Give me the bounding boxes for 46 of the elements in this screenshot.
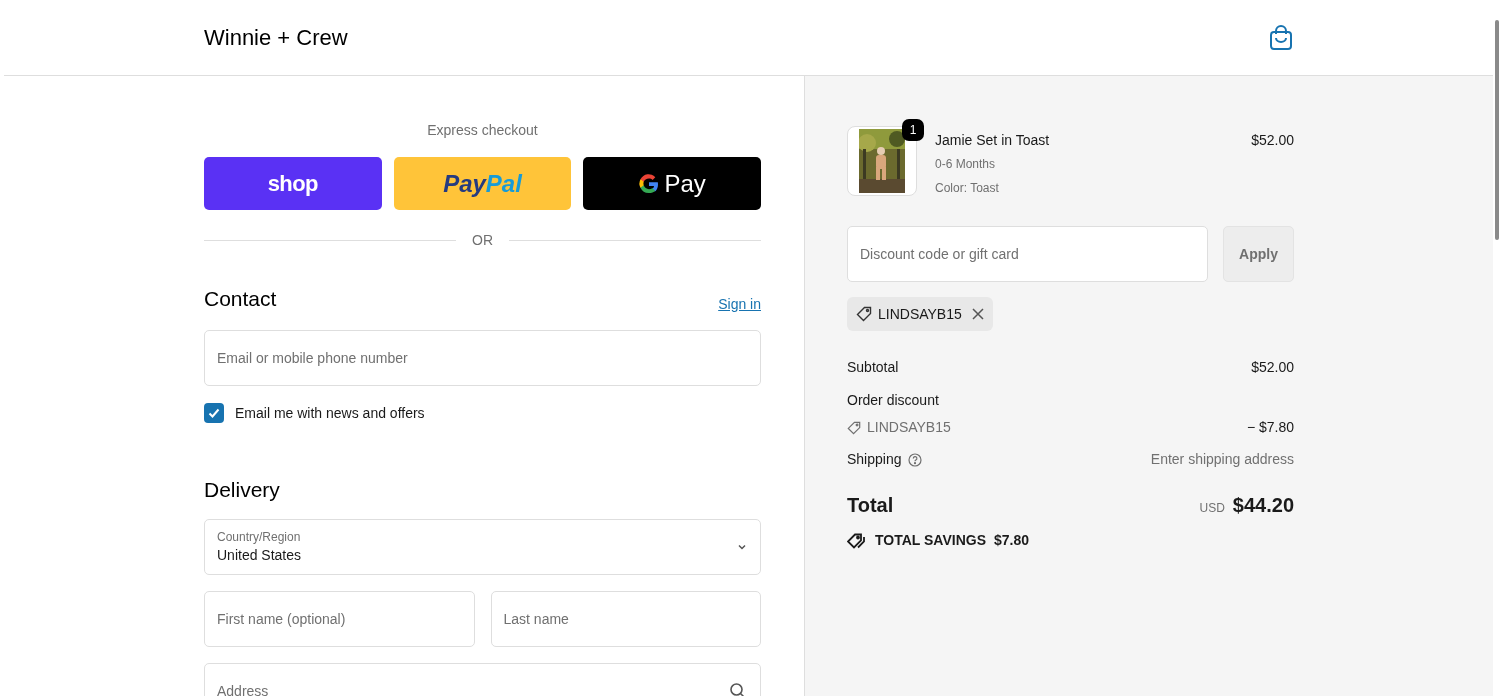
currency-code: USD: [1199, 500, 1225, 517]
divider-label: OR: [472, 231, 493, 250]
scrollbar[interactable]: [1494, 20, 1499, 240]
checkbox[interactable]: [204, 403, 224, 423]
summary-label: Subtotal: [847, 358, 899, 377]
section-heading: Delivery: [204, 476, 280, 503]
apply-button[interactable]: Apply: [1223, 226, 1294, 282]
summary-value: Enter shipping address: [1150, 450, 1294, 469]
shopping-bag-icon[interactable]: [1269, 24, 1293, 51]
help-icon[interactable]: [907, 452, 922, 467]
tags-icon: [847, 532, 867, 549]
store-name[interactable]: Winnie + Crew: [204, 21, 348, 54]
sign-in-link[interactable]: Sign in: [718, 293, 761, 315]
summary-value: − $7.80: [1246, 418, 1294, 437]
savings-value: $7.80: [994, 531, 1030, 550]
total-label: Total: [847, 493, 894, 518]
quantity-badge: 1: [902, 119, 924, 141]
checkbox-label: Email me with news and offers: [235, 403, 425, 423]
savings-label: TOTAL SAVINGS: [875, 531, 986, 550]
paypal-button[interactable]: PayPal: [393, 157, 572, 210]
product-name: Jamie Set in Toast: [935, 131, 1050, 150]
last-name-field[interactable]: Last name: [490, 591, 761, 647]
summary-label: Shipping: [847, 450, 902, 469]
discount-code: LINDSAYB15: [867, 418, 951, 437]
first-name-field[interactable]: First name (optional): [204, 591, 475, 647]
tag-icon: [847, 420, 861, 435]
discount-code: LINDSAYB15: [878, 304, 962, 324]
total-value: $44.20: [1232, 493, 1294, 518]
summary-value: $52.00: [1251, 358, 1294, 377]
product-variant: 0-6 Months: [935, 156, 996, 173]
remove-button[interactable]: [971, 308, 984, 320]
checkmark-icon: [207, 406, 221, 420]
search-icon: [729, 682, 747, 696]
tag-icon: [856, 306, 872, 322]
summary-label: Order discount: [847, 391, 939, 410]
product-color: Color: Toast: [935, 180, 999, 197]
discount-field[interactable]: Discount code or gift card: [847, 226, 1208, 282]
address-field[interactable]: Address: [204, 663, 761, 696]
google-pay-button[interactable]: Pay: [583, 157, 761, 210]
email-field[interactable]: Email or mobile phone number: [204, 329, 761, 386]
g-logo-icon: [638, 172, 661, 195]
product-price: $52.00: [1251, 131, 1294, 150]
section-heading: Contact: [204, 286, 277, 312]
section-title: Express checkout: [427, 121, 538, 140]
shop-pay-button[interactable]: shop: [204, 157, 382, 210]
country-select[interactable]: Country/Region United States: [204, 519, 761, 575]
